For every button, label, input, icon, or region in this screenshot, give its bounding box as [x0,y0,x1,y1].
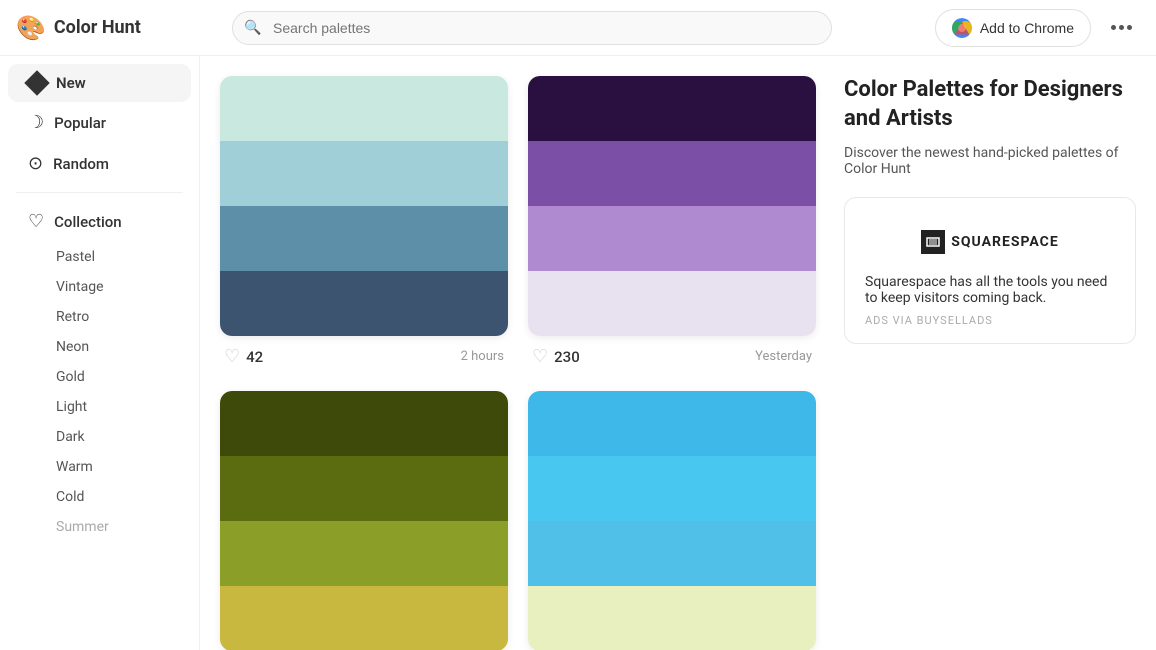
palettes-grid: ♡ 42 2 hours [220,76,816,630]
palette-1-colors [220,76,508,336]
squarespace-brand-name: SQUARESPACE [951,234,1058,250]
collection-sub-items: Pastel Vintage Retro Neon Gold Light Dar… [0,242,199,542]
palette-4-swatch-4 [528,586,816,650]
palette-2[interactable] [528,76,816,336]
sub-item-cold[interactable]: Cold [8,482,191,512]
palette-1-like-count: 42 [246,348,263,366]
palette-4-colors [528,391,816,650]
palette-2-like-count: 230 [554,348,580,366]
sub-item-pastel[interactable]: Pastel [8,242,191,272]
palette-1-swatch-1 [220,76,508,141]
logo-text: Color Hunt [54,17,141,38]
palette-1-time: 2 hours [461,349,504,364]
search-input[interactable] [232,11,832,45]
dot-2 [1119,25,1124,30]
sub-item-light[interactable]: Light [8,392,191,422]
palette-3-colors [220,391,508,650]
ad-description: Squarespace has all the tools you need t… [861,274,1119,306]
squarespace-icon [921,230,945,254]
palette-3-swatch-2 [220,456,508,521]
sidebar-item-popular[interactable]: ☽ Popular [8,102,191,143]
more-options-button[interactable] [1103,17,1140,38]
sidebar-divider [16,192,183,193]
sidebar-item-new-label: New [56,74,86,92]
palette-2-like-button[interactable]: ♡ 230 [532,346,580,367]
sub-item-neon[interactable]: Neon [8,332,191,362]
palette-2-swatch-2 [528,141,816,206]
add-to-chrome-label: Add to Chrome [980,20,1074,36]
collection-icon: ♡ [28,211,44,232]
popular-icon: ☽ [28,112,44,133]
header: 🎨 Color Hunt 🔍 Add to Chrome [0,0,1156,56]
search-bar: 🔍 [232,11,832,45]
palette-3[interactable] [220,391,508,650]
main-content: ♡ 42 2 hours [200,56,1156,650]
ads-via-label: ADS VIA BUYSELLADS [861,314,1119,327]
palette-1[interactable] [220,76,508,336]
palette-2-swatch-3 [528,206,816,271]
palette-2-footer: ♡ 230 Yesterday [528,336,816,371]
search-wrapper: 🔍 [232,11,832,45]
sub-item-gold[interactable]: Gold [8,362,191,392]
palette-2-time: Yesterday [755,349,812,364]
sub-item-summer[interactable]: Summer [8,512,191,542]
palette-4-swatch-3 [528,521,816,586]
sub-item-vintage[interactable]: Vintage [8,272,191,302]
right-panel: Color Palettes for Designers and Artists… [836,76,1136,630]
dot-3 [1127,25,1132,30]
palette-4[interactable] [528,391,816,650]
palette-3-swatch-1 [220,391,508,456]
sidebar-item-collection-label: Collection [54,213,122,231]
sub-item-warm[interactable]: Warm [8,452,191,482]
palette-1-swatch-3 [220,206,508,271]
palette-card: ♡ 42 2 hours [220,76,508,371]
palette-1-footer: ♡ 42 2 hours [220,336,508,371]
page: 🎨 Color Hunt 🔍 Add to Chrome [0,0,1156,650]
palette-1-like-button[interactable]: ♡ 42 [224,346,263,367]
dot-1 [1111,25,1116,30]
sidebar-item-popular-label: Popular [54,114,106,132]
sidebar-item-random-label: Random [53,155,109,173]
palette-3-swatch-3 [220,521,508,586]
heart-icon: ♡ [532,346,548,367]
sub-item-retro[interactable]: Retro [8,302,191,332]
squarespace-logo: SQUARESPACE [921,230,1058,254]
palette-card: ♡ [220,391,508,650]
palette-4-swatch-1 [528,391,816,456]
diamond-icon [24,70,49,95]
ad-box: SQUARESPACE Squarespace has all the tool… [844,197,1136,344]
content-area: New ☽ Popular ⊙ Random ♡ Collection Past… [0,56,1156,650]
sidebar: New ☽ Popular ⊙ Random ♡ Collection Past… [0,56,200,650]
right-panel-description: Discover the newest hand-picked palettes… [844,145,1136,177]
palette-3-swatch-4 [220,586,508,650]
sidebar-item-random[interactable]: ⊙ Random [8,143,191,184]
search-icon: 🔍 [244,20,261,36]
header-right: Add to Chrome [935,9,1140,47]
palette-card: ♡ [528,391,816,650]
add-to-chrome-button[interactable]: Add to Chrome [935,9,1091,47]
heart-icon: ♡ [224,346,240,367]
palette-1-swatch-4 [220,271,508,336]
palette-2-colors [528,76,816,336]
palette-1-swatch-2 [220,141,508,206]
palette-2-swatch-4 [528,271,816,336]
chrome-icon [952,18,972,38]
random-icon: ⊙ [28,153,43,174]
sidebar-item-new[interactable]: New [8,64,191,102]
right-panel-title: Color Palettes for Designers and Artists [844,76,1136,133]
logo[interactable]: 🎨 Color Hunt [16,14,216,42]
palette-card: ♡ 230 Yesterday [528,76,816,371]
sub-item-dark[interactable]: Dark [8,422,191,452]
palette-4-swatch-2 [528,456,816,521]
palette-2-swatch-1 [528,76,816,141]
logo-icon: 🎨 [16,14,46,42]
sidebar-item-collection[interactable]: ♡ Collection [8,201,191,242]
